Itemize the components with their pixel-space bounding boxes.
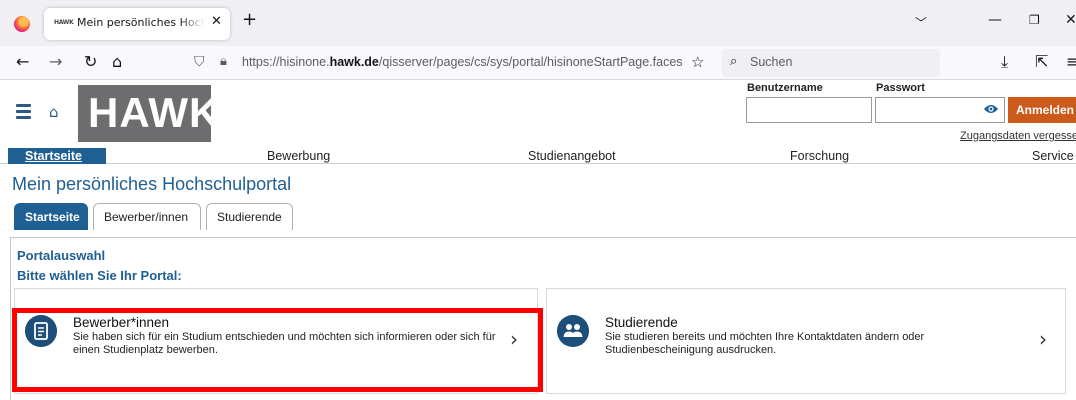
- tab-studierende[interactable]: Studierende: [206, 203, 293, 230]
- search-input[interactable]: ⌕ Suchen: [722, 49, 940, 77]
- password-label: Passwort: [876, 82, 925, 94]
- nav-item-studienangebot[interactable]: Studienangebot: [528, 149, 616, 163]
- login-button[interactable]: Anmelden: [1008, 97, 1076, 123]
- tab-title: Mein persönliches Hochschulportal: [77, 16, 205, 29]
- search-icon: ⌕: [730, 54, 738, 69]
- chevron-right-icon[interactable]: ›: [1039, 329, 1047, 349]
- nav-item-bewerbung[interactable]: Bewerbung: [267, 149, 330, 163]
- close-icon[interactable]: ✕: [211, 14, 222, 29]
- lock-icon[interactable]: 🔒︎: [220, 54, 227, 69]
- portal-subheading: Bitte wählen Sie Ihr Portal:: [17, 268, 182, 283]
- username-label: Benutzername: [747, 82, 823, 94]
- browser-home-icon[interactable]: ⌂: [112, 52, 122, 72]
- portal-card-studierende[interactable]: Studierende Sie studieren bereits und mö…: [546, 288, 1066, 394]
- download-icon[interactable]: ⤓: [1001, 52, 1008, 72]
- shield-icon[interactable]: ⛉: [194, 54, 205, 70]
- logo-text: HAWK: [88, 89, 221, 136]
- window-close-icon[interactable]: ✕: [1065, 12, 1076, 28]
- forgot-credentials-link[interactable]: Zugangsdaten vergessen?: [960, 130, 1076, 142]
- plus-icon[interactable]: +: [242, 11, 257, 29]
- tab-startseite[interactable]: Startseite: [14, 203, 88, 230]
- card-description: Sie studieren bereits und möchten Ihre K…: [605, 331, 925, 356]
- hawk-logo[interactable]: HAWK: [78, 85, 219, 142]
- hawk-favicon-icon: HAWK: [54, 19, 74, 26]
- search-placeholder: Suchen: [750, 55, 793, 69]
- chevron-down-icon[interactable]: ﹀: [915, 14, 927, 31]
- firefox-icon[interactable]: [14, 16, 30, 32]
- tab-bewerber-innen[interactable]: Bewerber/innen: [93, 203, 201, 230]
- home-icon[interactable]: ⌂: [49, 104, 59, 120]
- eye-icon[interactable]: [983, 103, 999, 115]
- nav-item-forschung[interactable]: Forschung: [790, 149, 849, 163]
- browser-nav-bar: ← → ↻ ⌂ ⛉ 🔒︎ https://hisinone.hawk.de/qi…: [0, 46, 1076, 80]
- browser-tab[interactable]: HAWK Mein persönliches Hochschulportal ✕: [44, 8, 230, 40]
- menu-icon[interactable]: [16, 104, 32, 120]
- url-bar[interactable]: ⛉ 🔒︎ https://hisinone.hawk.de/qisserver/…: [186, 49, 716, 77]
- main-navigation: Startseite Bewerbung Studienangebot Fors…: [0, 148, 1076, 164]
- maximize-icon[interactable]: ❐: [1029, 13, 1040, 27]
- page-title: Mein persönliches Hochschulportal: [12, 174, 292, 194]
- minimize-icon[interactable]: —: [988, 12, 1002, 28]
- browser-tab-bar: HAWK Mein persönliches Hochschulportal ✕…: [0, 0, 1076, 46]
- extensions-icon[interactable]: ⇱: [1035, 52, 1048, 72]
- star-icon[interactable]: ☆: [691, 53, 704, 71]
- nav-item-service[interactable]: Service: [1032, 149, 1074, 163]
- back-icon[interactable]: ←: [16, 52, 29, 72]
- hamburger-icon[interactable]: ≡: [1066, 52, 1076, 72]
- portal-heading: Portalauswahl: [17, 248, 106, 263]
- users-icon: [557, 315, 589, 347]
- nav-item-startseite[interactable]: Startseite: [8, 148, 106, 164]
- url-text[interactable]: https://hisinone.hawk.de/qisserver/pages…: [242, 55, 683, 69]
- reload-icon[interactable]: ↻: [84, 52, 97, 72]
- highlight-box: [12, 308, 543, 392]
- forward-icon[interactable]: →: [49, 52, 62, 72]
- card-title: Studierende: [605, 315, 678, 330]
- username-field[interactable]: [746, 97, 872, 123]
